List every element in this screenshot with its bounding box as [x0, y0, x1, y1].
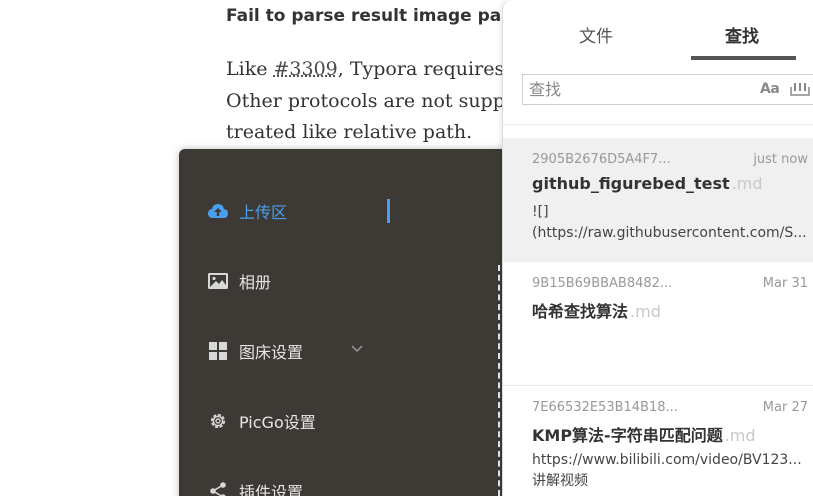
doc-text: , Typora requires — [337, 58, 505, 80]
result-date: Mar 31 — [762, 276, 808, 291]
picgo-sidebar: 上传区 相册 图床设置 PicGo设置 插件设置 — [179, 149, 509, 496]
result-extension: .md — [630, 302, 661, 321]
gear-icon — [207, 410, 229, 432]
result-id: 7E66532E53B14B18... — [532, 400, 678, 415]
tab-files[interactable]: 文件 — [579, 22, 613, 47]
search-result-item[interactable]: 2905B2676D5A4F7... just now github_figur… — [503, 138, 813, 262]
search-input[interactable] — [523, 75, 753, 104]
nav-label: 上传区 — [239, 203, 288, 222]
result-title-text: github_figurebed_test — [532, 174, 730, 193]
result-date: Mar 27 — [762, 400, 808, 415]
nav-label: 插件设置 — [239, 483, 304, 496]
match-case-icon[interactable]: Aa — [760, 81, 780, 97]
nav-item-plugin-settings[interactable]: 插件设置 — [207, 476, 303, 496]
result-extension: .md — [731, 174, 763, 193]
result-extension: .md — [724, 426, 756, 445]
snippet-line: https://www.bilibili.com/video/BV123... — [532, 452, 802, 468]
nav-item-image-bed-settings[interactable]: 图床设置 — [207, 336, 303, 366]
search-result-item[interactable]: 9B15B69BBAB8482... Mar 31 哈希查找算法 .md — [503, 262, 813, 386]
result-title: 哈希查找算法 .md — [532, 298, 661, 322]
result-id: 2905B2676D5A4F7... — [532, 152, 671, 167]
tab-search[interactable]: 查找 — [725, 22, 759, 47]
result-title: github_figurebed_test .md — [532, 174, 763, 193]
result-title: KMP算法-字符串匹配问题 .md — [532, 422, 756, 446]
nav-item-upload[interactable]: 上传区 — [207, 196, 287, 226]
search-result-item[interactable]: 7E66532E53B14B18... Mar 27 KMP算法-字符串匹配问题… — [503, 386, 813, 496]
snippet-line: (https://raw.githubusercontent.com/S... — [532, 225, 807, 241]
grid-icon — [207, 340, 229, 362]
nav-label: 图床设置 — [239, 343, 304, 362]
chevron-down-icon[interactable] — [349, 340, 365, 356]
share-icon — [207, 480, 229, 496]
nav-label: 相册 — [239, 273, 272, 292]
snippet-line: 讲解视频 — [532, 473, 588, 489]
result-snippet: ![] (https://raw.githubusercontent.com/S.… — [532, 202, 813, 244]
active-indicator — [387, 199, 390, 223]
cloud-upload-icon — [207, 200, 229, 222]
doc-text: Like — [226, 58, 274, 80]
active-tab-indicator — [691, 56, 796, 60]
doc-paragraph-line-3: treated like relative path. — [226, 121, 473, 143]
window-edge — [498, 265, 500, 496]
nav-label: PicGo设置 — [239, 413, 316, 432]
doc-heading: Fail to parse result image pa — [226, 6, 502, 26]
whole-word-icon[interactable] — [790, 82, 810, 96]
result-id: 9B15B69BBAB8482... — [532, 276, 673, 291]
doc-paragraph-line-1: Like #3309, Typora requires — [226, 58, 504, 80]
search-box: Aa — [522, 74, 813, 105]
result-title-text: KMP算法-字符串匹配问题 — [532, 426, 723, 445]
result-date: just now — [753, 152, 808, 167]
nav-item-album[interactable]: 相册 — [207, 266, 271, 296]
snippet-line: ![] — [532, 204, 549, 220]
search-panel: 文件 查找 Aa 2905B2676D5A4F7... just now git… — [502, 0, 813, 496]
issue-link[interactable]: #3309 — [274, 58, 338, 80]
nav-item-picgo-settings[interactable]: PicGo设置 — [207, 406, 316, 436]
result-title-text: 哈希查找算法 — [532, 302, 629, 321]
doc-paragraph-line-2: Other protocols are not supp — [226, 90, 505, 112]
result-snippet: https://www.bilibili.com/video/BV123... 讲… — [532, 450, 813, 492]
image-icon — [207, 270, 229, 292]
divider — [503, 124, 813, 125]
